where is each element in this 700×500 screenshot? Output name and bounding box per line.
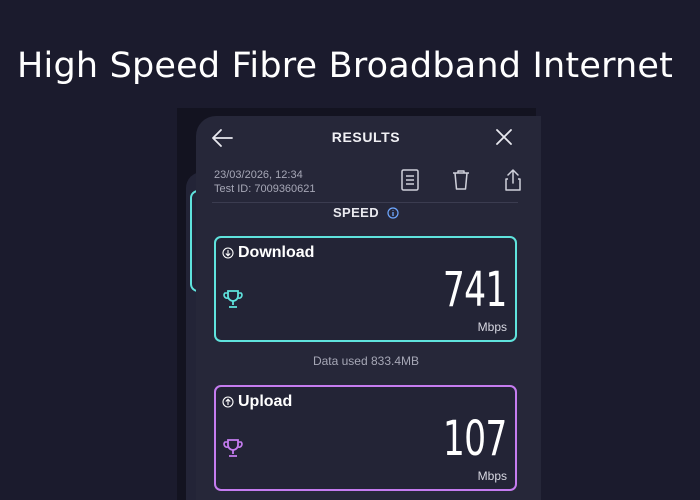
upload-arrow-icon: [222, 396, 234, 408]
download-label: Download: [222, 244, 314, 262]
info-icon[interactable]: [387, 206, 399, 219]
share-icon[interactable]: [502, 168, 524, 192]
download-card[interactable]: Download 741 Mbps: [214, 236, 517, 342]
close-icon[interactable]: [494, 127, 514, 147]
section-title: SPEED: [196, 205, 536, 220]
data-used: Data used 833.4MB: [312, 354, 420, 368]
page-headline: High Speed Fibre Broadband Internet: [17, 46, 674, 86]
divider: [212, 202, 518, 203]
trash-icon[interactable]: [450, 168, 472, 192]
results-screen: RESULTS 23/03/2026, 12:34 Test ID: 70093…: [196, 116, 541, 500]
upload-label-text: Upload: [238, 393, 293, 410]
trophy-icon: [223, 290, 243, 308]
upload-card[interactable]: Upload 107 Mbps: [214, 385, 517, 491]
test-datetime: 23/03/2026, 12:34: [214, 169, 303, 181]
download-arrow-icon: [222, 247, 234, 259]
trophy-icon: [223, 439, 243, 457]
document-icon[interactable]: [399, 168, 421, 192]
section-title-text: SPEED: [332, 205, 380, 220]
upload-unit: Mbps: [477, 469, 507, 483]
upload-speed-value: 107: [443, 411, 508, 467]
screen-title: RESULTS: [331, 129, 401, 145]
download-speed-value: 741: [443, 262, 508, 318]
test-id: Test ID: 7009360621: [214, 183, 316, 195]
download-label-text: Download: [238, 244, 315, 261]
test-meta: 23/03/2026, 12:34 Test ID: 7009360621: [214, 168, 316, 196]
upload-label: Upload: [222, 393, 292, 411]
download-unit: Mbps: [477, 320, 507, 334]
